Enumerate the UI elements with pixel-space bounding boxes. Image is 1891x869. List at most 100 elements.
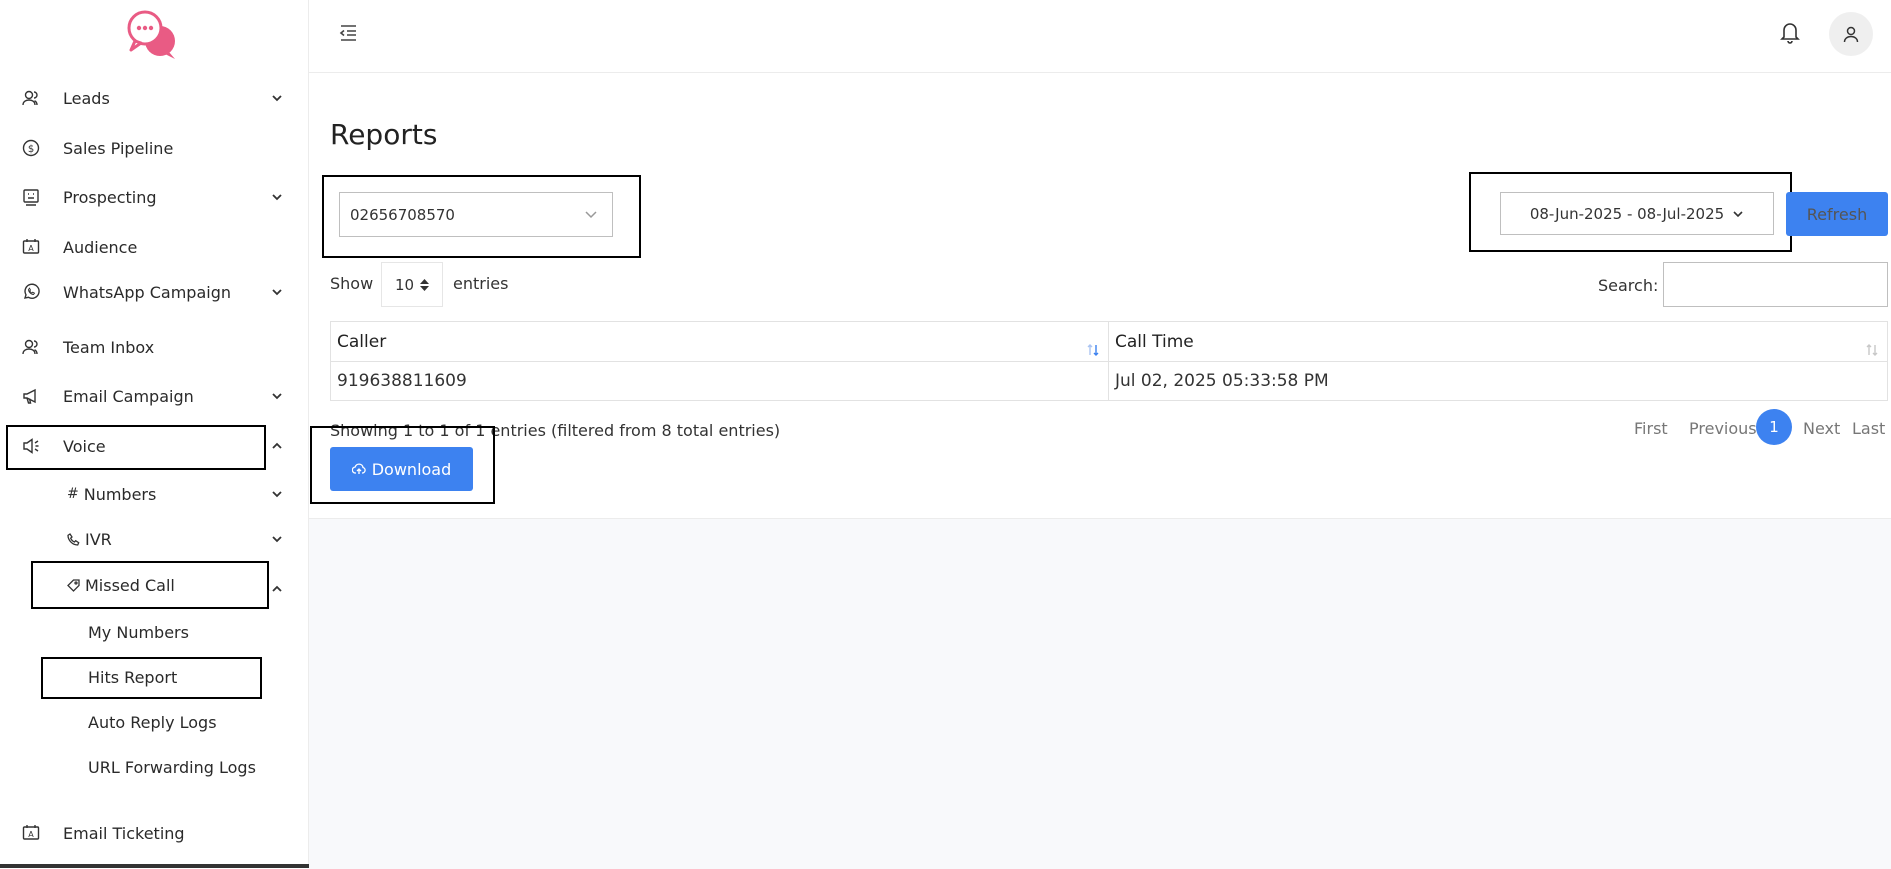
- pagination-last-label: Last: [1852, 418, 1886, 438]
- date-range-value: 08-Jun-2025 - 08-Jul-2025: [1529, 204, 1725, 223]
- search-label: Search:: [1598, 276, 1659, 295]
- svg-text:A: A: [28, 244, 34, 253]
- sort-icon: [1865, 343, 1879, 357]
- column-header-caller[interactable]: Caller: [331, 322, 1109, 361]
- sidebar-scrollbar[interactable]: [0, 864, 310, 868]
- entries-label: entries: [453, 274, 509, 293]
- chevron-down-icon: [584, 209, 598, 221]
- chevron-down-icon: [271, 92, 283, 104]
- pagination-next-label: Next: [1803, 418, 1841, 438]
- sort-icon: [1086, 343, 1100, 357]
- sidebar-item-label: Leads: [63, 88, 110, 108]
- user-icon: [1843, 26, 1859, 43]
- table-header-row: Caller Call Time: [331, 322, 1887, 362]
- sidebar-item-label: Email Ticketing: [63, 823, 185, 843]
- date-range-picker[interactable]: 08-Jun-2025 - 08-Jul-2025: [1500, 192, 1774, 235]
- content-background: [309, 518, 1891, 869]
- sidebar-item-label: Prospecting: [63, 187, 157, 207]
- user-icon: [22, 89, 40, 107]
- chevron-down-icon: [271, 488, 283, 500]
- refresh-button[interactable]: Refresh: [1786, 192, 1888, 236]
- phone-icon: [67, 532, 80, 546]
- sidebar-item-leads[interactable]: Leads: [0, 80, 308, 116]
- table-info-text: Showing 1 to 1 of 1 entries (filtered fr…: [330, 421, 781, 440]
- report-table: Caller Call Time 919638811609 Jul 02, 20…: [330, 321, 1888, 401]
- chat-bubbles-logo[interactable]: [125, 8, 181, 60]
- sidebar-item-label: WhatsApp Campaign: [63, 282, 231, 302]
- chevron-down-icon: [1732, 209, 1744, 219]
- sidebar-item-email-campaign[interactable]: Email Campaign: [0, 378, 308, 414]
- search-input[interactable]: [1663, 262, 1888, 307]
- sidebar-item-whatsapp-campaign[interactable]: WhatsApp Campaign: [0, 274, 308, 310]
- speaker-icon: [22, 437, 40, 455]
- sidebar-subitem-label: My Numbers: [88, 622, 189, 642]
- audience-icon: A: [22, 824, 40, 842]
- sidebar-item-team-inbox[interactable]: Team Inbox: [0, 329, 308, 365]
- hash-icon: #: [67, 486, 79, 502]
- number-select-value: 02656708570: [350, 205, 455, 224]
- prospecting-icon: [22, 188, 40, 206]
- sidebar: Leads $ Sales Pipeline Prospecting A Aud…: [0, 0, 310, 868]
- megaphone-icon: [22, 387, 40, 405]
- sidebar-subitem-auto-reply-logs[interactable]: Auto Reply Logs: [88, 706, 217, 738]
- entries-per-page-select[interactable]: 10: [381, 262, 443, 307]
- sidebar-item-voice[interactable]: Voice: [0, 428, 308, 464]
- column-header-label: Caller: [337, 331, 387, 352]
- chevron-up-icon: [271, 440, 283, 452]
- sidebar-subitem-numbers[interactable]: # Numbers: [67, 478, 156, 510]
- table-row: 919638811609 Jul 02, 2025 05:33:58 PM: [331, 362, 1887, 400]
- sidebar-subitem-label: Hits Report: [88, 667, 178, 687]
- number-select[interactable]: 02656708570: [339, 192, 613, 237]
- team-icon: [22, 338, 40, 356]
- pagination-previous[interactable]: Previous: [1689, 410, 1757, 446]
- avatar[interactable]: [1829, 12, 1873, 56]
- sidebar-item-label: Voice: [63, 436, 106, 456]
- sidebar-item-prospecting[interactable]: Prospecting: [0, 179, 308, 215]
- dollar-icon: $: [22, 139, 40, 157]
- sidebar-item-sales-pipeline[interactable]: $ Sales Pipeline: [0, 130, 308, 166]
- pagination-current-page[interactable]: 1: [1756, 409, 1792, 445]
- sidebar-subitem-ivr[interactable]: IVR: [67, 523, 112, 555]
- cloud-upload-icon: [351, 463, 366, 474]
- svg-text:$: $: [28, 144, 34, 155]
- table-cell: Jul 02, 2025 05:33:58 PM: [1115, 371, 1329, 391]
- pagination-first-label: First: [1634, 418, 1668, 438]
- bell-icon[interactable]: [1779, 20, 1801, 44]
- page-title: Reports: [330, 118, 438, 151]
- entries-value: 10: [394, 275, 415, 294]
- svg-text:A: A: [28, 830, 34, 839]
- table-cell: 919638811609: [331, 362, 1109, 400]
- download-button[interactable]: Download: [330, 447, 473, 491]
- pagination-next[interactable]: Next: [1803, 410, 1840, 446]
- sidebar-subitem-missed-call[interactable]: Missed Call: [67, 569, 175, 601]
- pagination-last[interactable]: Last: [1852, 410, 1885, 446]
- pagination-first[interactable]: First: [1634, 410, 1668, 446]
- sidebar-item-label: Team Inbox: [63, 337, 155, 357]
- audience-icon: A: [22, 238, 40, 256]
- column-header-call-time[interactable]: Call Time: [1109, 322, 1887, 361]
- sidebar-item-audience[interactable]: A Audience: [0, 229, 308, 265]
- sidebar-subitem-my-numbers[interactable]: My Numbers: [88, 616, 189, 648]
- sidebar-subitem-url-forwarding-logs[interactable]: URL Forwarding Logs: [88, 751, 256, 783]
- pagination-previous-label: Previous: [1689, 418, 1757, 438]
- chevron-down-icon: [271, 533, 283, 545]
- whatsapp-icon: [22, 283, 40, 301]
- column-header-label: Call Time: [1115, 331, 1194, 352]
- chevron-down-icon: [271, 191, 283, 203]
- download-button-label: Download: [371, 459, 452, 479]
- sidebar-subitem-label: Missed Call: [85, 575, 175, 595]
- chevron-up-icon: [271, 583, 283, 595]
- show-label: Show: [330, 274, 374, 293]
- menu-toggle-icon[interactable]: [337, 22, 359, 44]
- sidebar-subitem-hits-report[interactable]: Hits Report: [88, 661, 177, 693]
- sidebar-item-label: Email Campaign: [63, 386, 194, 406]
- chevron-down-icon: [271, 390, 283, 402]
- chevron-down-icon: [271, 286, 283, 298]
- sidebar-item-label: Audience: [63, 237, 138, 257]
- sidebar-item-label: Sales Pipeline: [63, 138, 174, 158]
- sidebar-subitem-label: IVR: [85, 529, 112, 549]
- sidebar-item-email-ticketing[interactable]: A Email Ticketing: [0, 815, 308, 851]
- sidebar-subitem-label: Numbers: [83, 484, 157, 504]
- tag-icon: [67, 578, 80, 592]
- topbar: [309, 0, 1891, 73]
